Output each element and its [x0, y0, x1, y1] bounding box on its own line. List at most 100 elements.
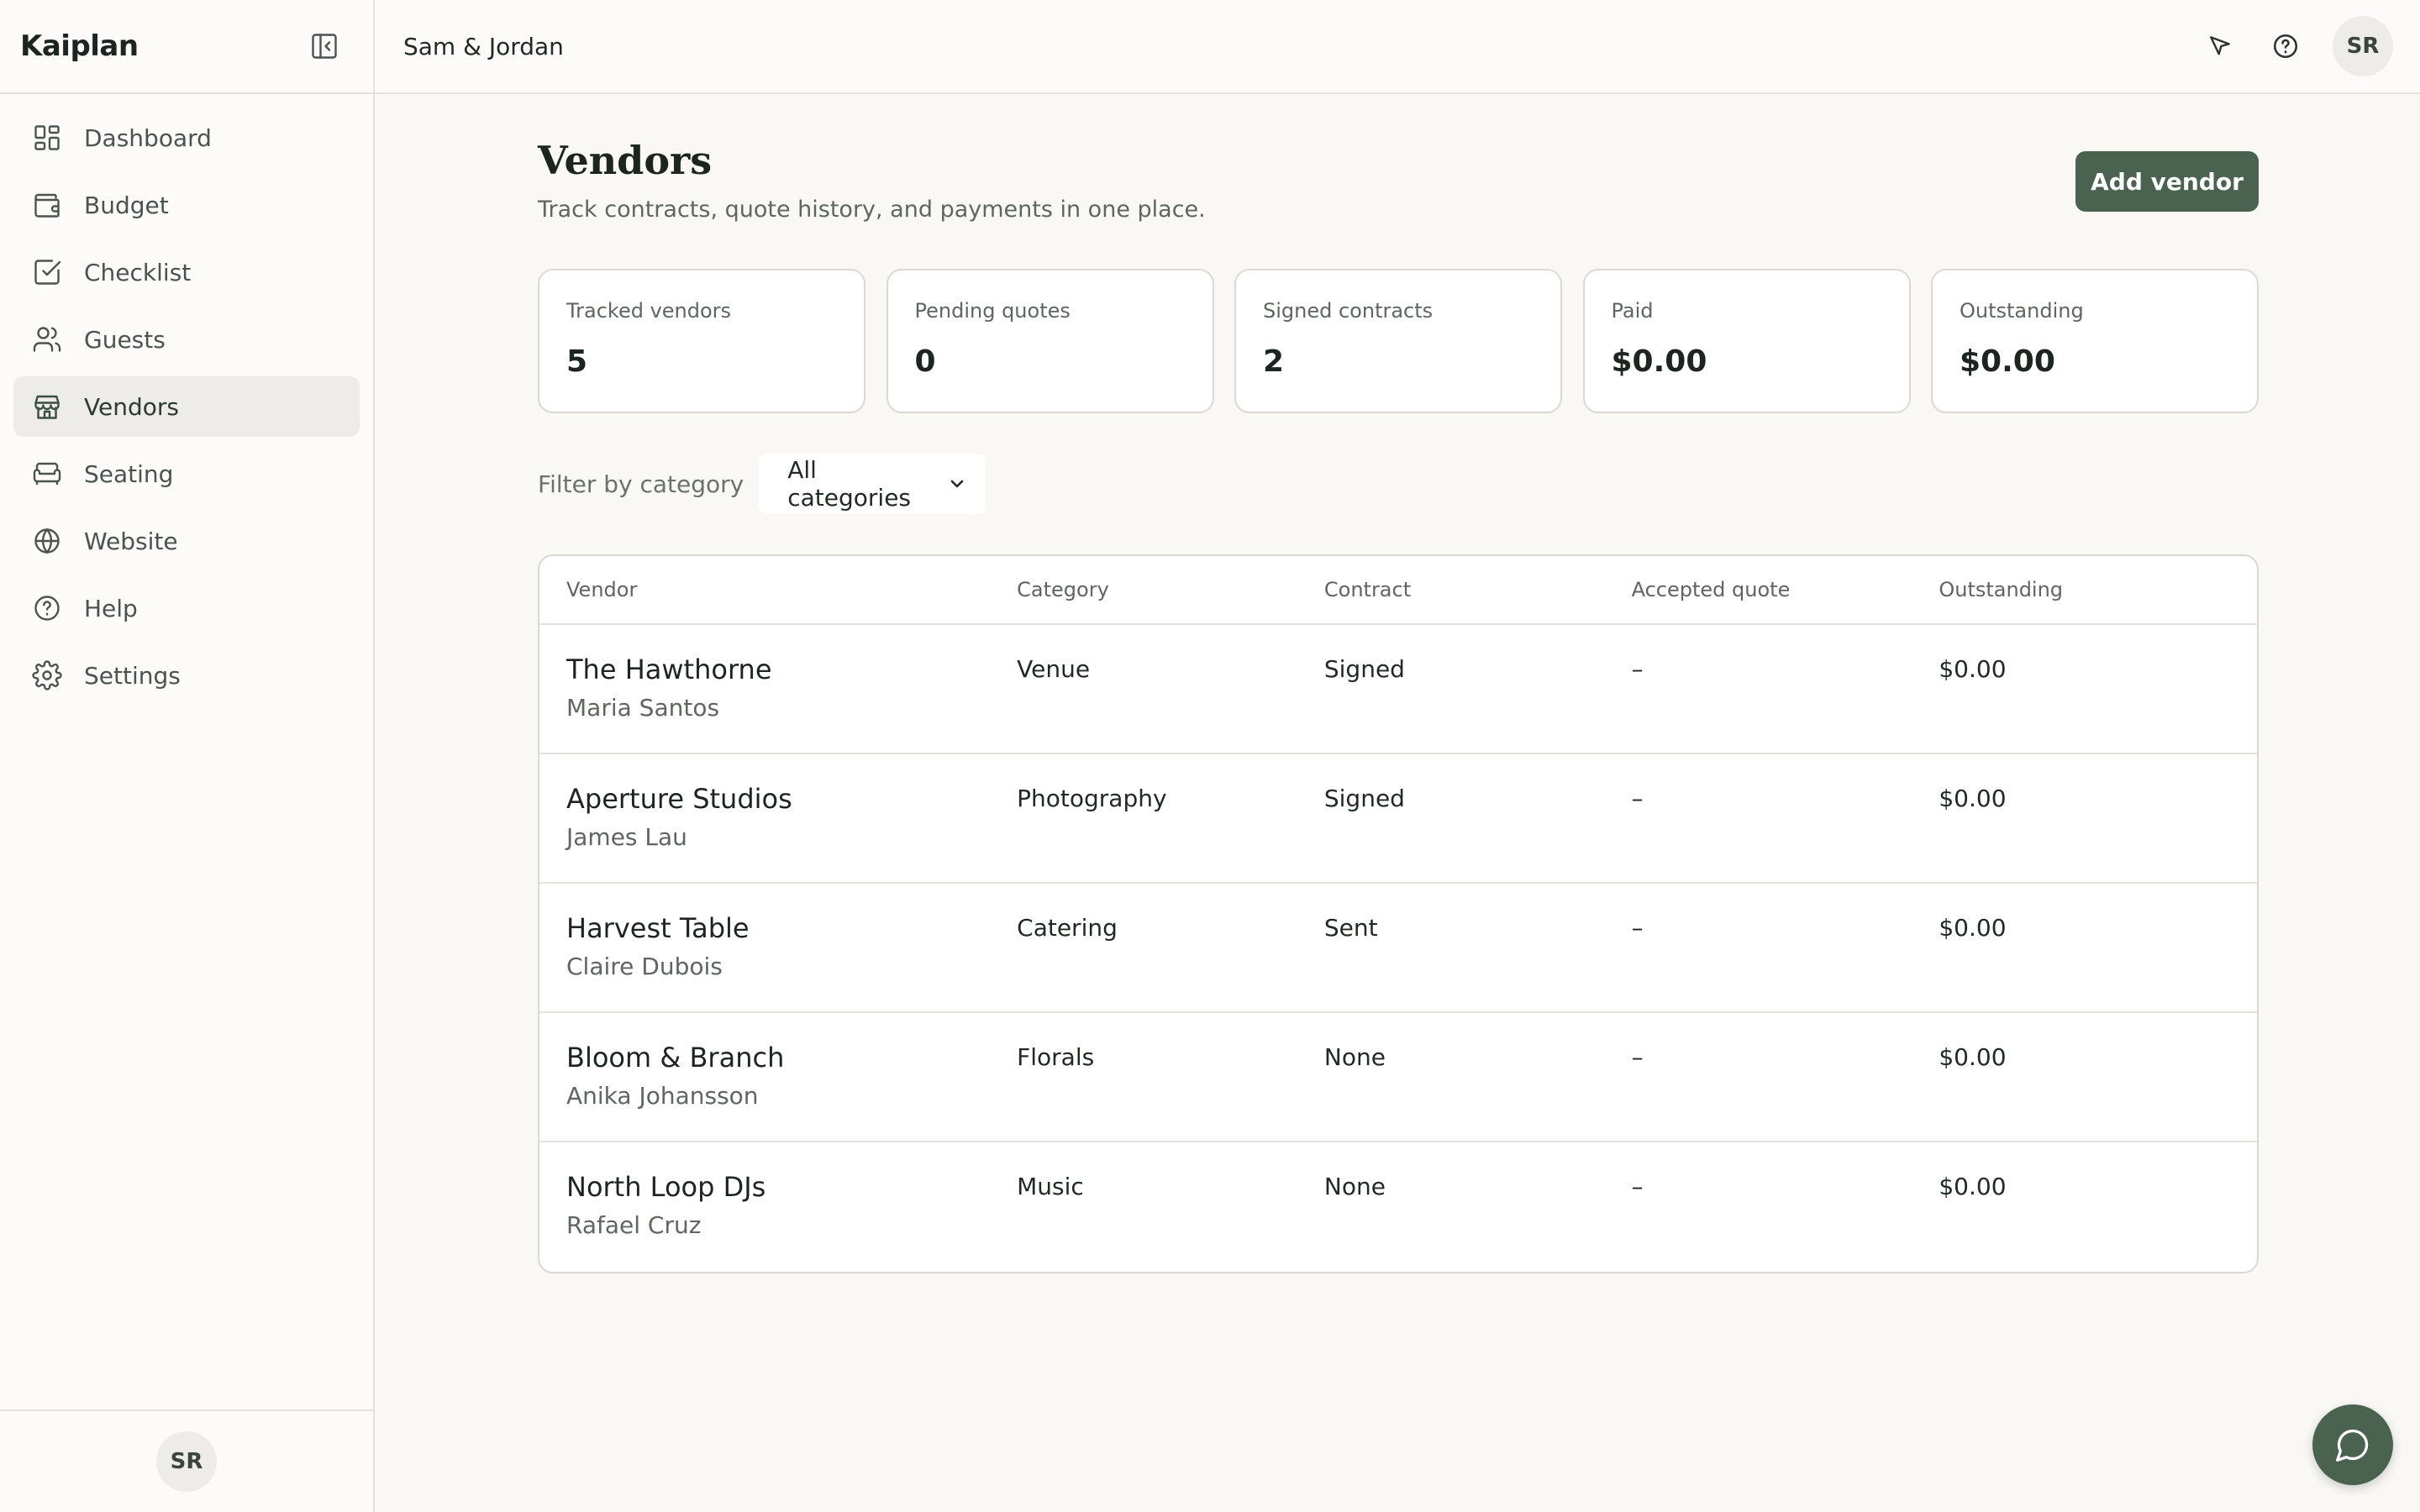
sidebar-item-settings[interactable]: Settings: [13, 645, 360, 706]
add-vendor-button[interactable]: Add vendor: [2075, 151, 2259, 212]
chat-button[interactable]: [2312, 1404, 2393, 1485]
stat-value: 5: [566, 344, 588, 379]
sidebar-item-budget[interactable]: Budget: [13, 175, 360, 235]
outstanding-cell: $0.00: [1939, 1173, 2007, 1200]
brand-logo[interactable]: Kaiplan: [20, 29, 139, 63]
column-header-vendor[interactable]: Vendor: [566, 578, 1017, 601]
chevron-down-icon: [950, 480, 964, 488]
accepted-quote-cell: –: [1631, 785, 1644, 812]
accepted-quote-cell: –: [1631, 1043, 1644, 1071]
sofa-icon: [30, 457, 64, 491]
sidebar-footer: SR: [0, 1410, 373, 1512]
sidebar-item-dashboard[interactable]: Dashboard: [13, 108, 360, 168]
chat-bubble-icon: [2336, 1429, 2369, 1462]
table-row[interactable]: Harvest Table Claire Dubois Catering Sen…: [539, 884, 2257, 1013]
column-header-category[interactable]: Category: [1017, 578, 1324, 601]
page-subtitle: Track contracts, quote history, and paym…: [538, 197, 1206, 223]
sidebar-item-website[interactable]: Website: [13, 511, 360, 571]
page-header: Vendors Track contracts, quote history, …: [538, 94, 2259, 269]
category-select-value: All categories: [787, 456, 912, 512]
sidebar-item-label: Checklist: [84, 258, 192, 286]
vendor-name[interactable]: North Loop DJs: [566, 1142, 1017, 1203]
avatar[interactable]: SR: [156, 1431, 217, 1492]
accepted-quote-cell: –: [1631, 1173, 1644, 1200]
vendor-name[interactable]: Bloom & Branch: [566, 1013, 1017, 1074]
globe-icon: [30, 524, 64, 558]
vendor-cell: The Hawthorne Maria Santos: [566, 625, 1017, 753]
help-icon: [2273, 34, 2298, 59]
filter-row: Filter by category All categories: [538, 454, 2259, 514]
sidebar-collapse-icon: [312, 34, 337, 59]
store-icon: [30, 390, 64, 423]
sidebar: Kaiplan Dashboard Budget Checklist Guest…: [0, 0, 375, 1512]
checkbox-icon: [30, 255, 64, 289]
dashboard-icon: [30, 121, 64, 155]
vendor-cell: Aperture Studios James Lau: [566, 754, 1017, 882]
page-title: Vendors: [538, 138, 713, 183]
column-header-accepted-quote[interactable]: Accepted quote: [1632, 578, 1939, 601]
contract-cell: None: [1323, 1043, 1386, 1071]
vendor-contact: James Lau: [566, 823, 687, 851]
stat-card-pending-quotes: Pending quotes 0: [886, 269, 1214, 413]
vendor-contact: Maria Santos: [566, 694, 720, 722]
category-cell: Florals: [1017, 1043, 1095, 1071]
column-header-outstanding[interactable]: Outstanding: [1939, 578, 2257, 601]
user-avatar-button[interactable]: SR: [2333, 16, 2393, 76]
sidebar-item-label: Budget: [84, 191, 169, 219]
vendor-contact: Anika Johansson: [566, 1082, 759, 1110]
wallet-icon: [30, 188, 64, 222]
accepted-quote-cell: –: [1631, 655, 1644, 683]
sidebar-item-help[interactable]: Help: [13, 578, 360, 638]
feedback-button[interactable]: [2200, 26, 2240, 66]
category-cell: Venue: [1017, 655, 1091, 683]
outstanding-cell: $0.00: [1939, 655, 2007, 683]
contract-cell: Sent: [1323, 914, 1378, 942]
category-cell: Photography: [1017, 785, 1167, 812]
outstanding-cell: $0.00: [1939, 1043, 2007, 1071]
users-icon: [30, 323, 64, 356]
vendor-name[interactable]: Harvest Table: [566, 884, 1017, 944]
workspace-name[interactable]: Sam & Jordan: [403, 33, 564, 60]
help-button[interactable]: [2265, 26, 2306, 66]
sidebar-item-label: Settings: [84, 661, 181, 690]
table-row[interactable]: Bloom & Branch Anika Johansson Florals N…: [539, 1013, 2257, 1142]
vendor-cell: Bloom & Branch Anika Johansson: [566, 1013, 1017, 1141]
table-header: Vendor Category Contract Accepted quote …: [539, 556, 2257, 625]
table-row[interactable]: The Hawthorne Maria Santos Venue Signed …: [539, 625, 2257, 754]
sidebar-item-label: Seating: [84, 459, 174, 488]
category-cell: Catering: [1017, 914, 1118, 942]
stat-card-paid: Paid $0.00: [1582, 269, 1911, 413]
outstanding-cell: $0.00: [1939, 914, 2007, 942]
cursor-pointer-icon: [2210, 36, 2230, 55]
table-row[interactable]: North Loop DJs Rafael Cruz Music None – …: [539, 1142, 2257, 1272]
category-cell: Music: [1017, 1173, 1084, 1200]
stat-value: 2: [1263, 344, 1285, 379]
stat-label: Tracked vendors: [566, 299, 732, 323]
vendor-contact: Claire Dubois: [566, 953, 723, 980]
vendor-contact: Rafael Cruz: [566, 1211, 702, 1239]
main-content: Vendors Track contracts, quote history, …: [538, 94, 2259, 1273]
column-header-contract[interactable]: Contract: [1324, 578, 1632, 601]
sidebar-item-label: Website: [84, 527, 178, 555]
table-row[interactable]: Aperture Studios James Lau Photography S…: [539, 754, 2257, 884]
sidebar-item-label: Help: [84, 594, 138, 622]
category-select[interactable]: All categories: [759, 454, 986, 514]
collapse-sidebar-button[interactable]: [308, 29, 341, 63]
vendor-cell: North Loop DJs Rafael Cruz: [566, 1142, 1017, 1272]
contract-cell: Signed: [1323, 785, 1405, 812]
stat-label: Paid: [1611, 299, 1654, 323]
top-bar: Sam & Jordan SR: [375, 0, 2420, 94]
vendors-table: Vendor Category Contract Accepted quote …: [538, 554, 2259, 1273]
sidebar-item-guests[interactable]: Guests: [13, 309, 360, 370]
stat-card-outstanding: Outstanding $0.00: [1931, 269, 2259, 413]
sidebar-item-seating[interactable]: Seating: [13, 444, 360, 504]
vendor-name[interactable]: Aperture Studios: [566, 754, 1017, 815]
stat-value: $0.00: [1611, 344, 1707, 379]
sidebar-item-checklist[interactable]: Checklist: [13, 242, 360, 302]
sidebar-item-vendors[interactable]: Vendors: [13, 376, 360, 437]
stat-label: Pending quotes: [914, 299, 1071, 323]
vendor-name[interactable]: The Hawthorne: [566, 625, 1017, 685]
stat-label: Outstanding: [1960, 299, 2084, 323]
stat-card-tracked-vendors: Tracked vendors 5: [538, 269, 865, 413]
stat-value: 0: [914, 344, 936, 379]
